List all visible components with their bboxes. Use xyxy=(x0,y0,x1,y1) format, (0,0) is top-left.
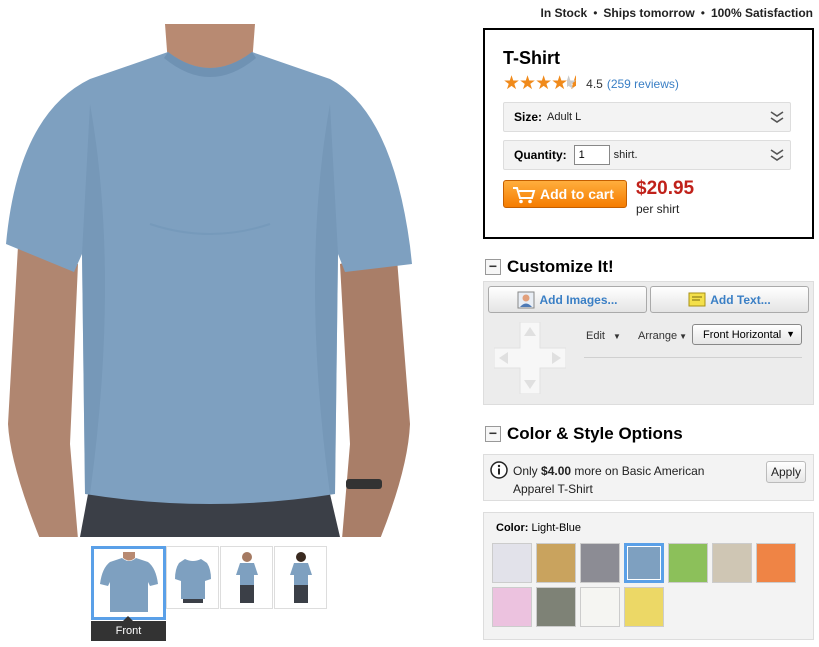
add-text-button[interactable]: Add Text... xyxy=(650,286,809,313)
color-style-title: Color & Style Options xyxy=(507,424,683,443)
color-swatch[interactable] xyxy=(756,543,796,583)
reviews-link[interactable]: (259 reviews) xyxy=(607,77,679,91)
customize-title: Customize It! xyxy=(507,257,614,276)
add-text-label: Add Text... xyxy=(710,292,771,307)
color-swatch[interactable] xyxy=(492,587,532,627)
color-swatch[interactable] xyxy=(492,543,532,583)
chevron-down-icon: ▼ xyxy=(786,329,795,339)
add-to-cart-label: Add to cart xyxy=(540,186,614,202)
color-label-value: Light-Blue xyxy=(531,522,581,534)
color-swatch[interactable] xyxy=(668,543,708,583)
color-style-header: − Color & Style Options xyxy=(483,421,814,447)
upsell-notice: Only $4.00 more on Basic American Appare… xyxy=(483,454,814,501)
customize-header: − Customize It! xyxy=(483,254,814,280)
double-chevron-down-icon xyxy=(770,111,784,123)
size-selector[interactable]: Size: Adult L xyxy=(503,102,791,132)
rating: ★★★★★★ 4.5 (259 reviews) xyxy=(503,74,679,93)
separator: • xyxy=(700,6,705,20)
thumbnail-model-front[interactable] xyxy=(220,546,273,609)
shopping-cart-icon xyxy=(513,187,536,204)
color-panel: Color: Light-Blue xyxy=(483,512,814,640)
arrange-menu[interactable]: Arrange ▼ xyxy=(638,330,687,342)
arrange-label: Arrange xyxy=(638,330,678,342)
price: $20.95 xyxy=(636,178,695,199)
color-swatch[interactable] xyxy=(712,543,752,583)
customize-panel: Add Images... Add Text... Edit ▼ Arrange ▼… xyxy=(483,281,814,405)
add-images-label: Add Images... xyxy=(539,292,618,307)
color-swatch[interactable] xyxy=(536,543,576,583)
add-images-button[interactable]: Add Images... xyxy=(488,286,647,313)
apply-button[interactable]: Apply xyxy=(766,461,806,483)
caret-down-icon: ▼ xyxy=(679,331,688,341)
tshirt-model-image xyxy=(6,24,412,537)
upsell-price: $4.00 xyxy=(541,464,572,478)
upsell-prefix: Only xyxy=(513,464,542,478)
caret-down-icon: ▼ xyxy=(612,331,621,341)
move-arrows-pad[interactable] xyxy=(494,322,566,394)
face-select-value: Front Horizontal xyxy=(703,328,782,341)
product-main-image[interactable] xyxy=(0,24,414,537)
thumbnail-side[interactable] xyxy=(166,546,219,609)
rating-value: 4.5 xyxy=(586,76,603,91)
thumbnail-model-back[interactable] xyxy=(274,546,327,609)
quantity-row: Quantity: shirt. xyxy=(503,140,791,170)
thumbnail-strip xyxy=(91,546,328,620)
in-stock-text: In Stock xyxy=(540,6,588,20)
product-title: T-Shirt xyxy=(503,48,560,68)
edit-label: Edit xyxy=(586,330,605,342)
color-label-key: Color: xyxy=(496,522,529,534)
purchase-box: T-Shirt ★★★★★★ 4.5 (259 reviews) Size: A… xyxy=(483,28,814,239)
thumbnail-caption: Front xyxy=(91,616,166,641)
double-chevron-down-icon[interactable] xyxy=(770,147,784,163)
quantity-unit: shirt. xyxy=(613,149,638,161)
color-swatch[interactable] xyxy=(624,543,664,583)
size-label: Size: xyxy=(514,110,543,124)
color-swatch[interactable] xyxy=(624,587,664,627)
thumbnail-front[interactable] xyxy=(91,546,166,620)
add-to-cart-button[interactable]: Add to cart xyxy=(503,180,627,208)
collapse-color-style-button[interactable]: − xyxy=(485,426,501,442)
color-swatch[interactable] xyxy=(580,587,620,627)
info-icon xyxy=(490,461,508,479)
edit-menu[interactable]: Edit ▼ xyxy=(586,330,621,342)
price-unit: per shirt xyxy=(636,202,680,216)
color-swatch[interactable] xyxy=(536,587,576,627)
add-text-icon xyxy=(688,292,706,306)
add-image-icon xyxy=(517,291,535,308)
quantity-input[interactable] xyxy=(573,145,610,165)
size-value: Adult L xyxy=(547,111,582,123)
divider xyxy=(584,357,802,358)
quantity-label: Quantity: xyxy=(514,148,567,162)
separator: • xyxy=(593,6,598,20)
face-select[interactable]: Front Horizontal ▼ xyxy=(692,324,802,345)
ships-text: Ships tomorrow xyxy=(603,6,695,20)
star-rating-icon: ★★★★★★ xyxy=(503,73,577,94)
satisfaction-text: 100% Satisfaction xyxy=(710,6,813,20)
shipping-status-line: In Stock • Ships tomorrow • 100% Satisfactio… xyxy=(541,6,813,20)
color-label: Color: Light-Blue xyxy=(496,522,581,534)
color-swatch[interactable] xyxy=(580,543,620,583)
collapse-customize-button[interactable]: − xyxy=(485,259,501,275)
upsell-text: Only $4.00 more on Basic American Appare… xyxy=(513,462,735,498)
